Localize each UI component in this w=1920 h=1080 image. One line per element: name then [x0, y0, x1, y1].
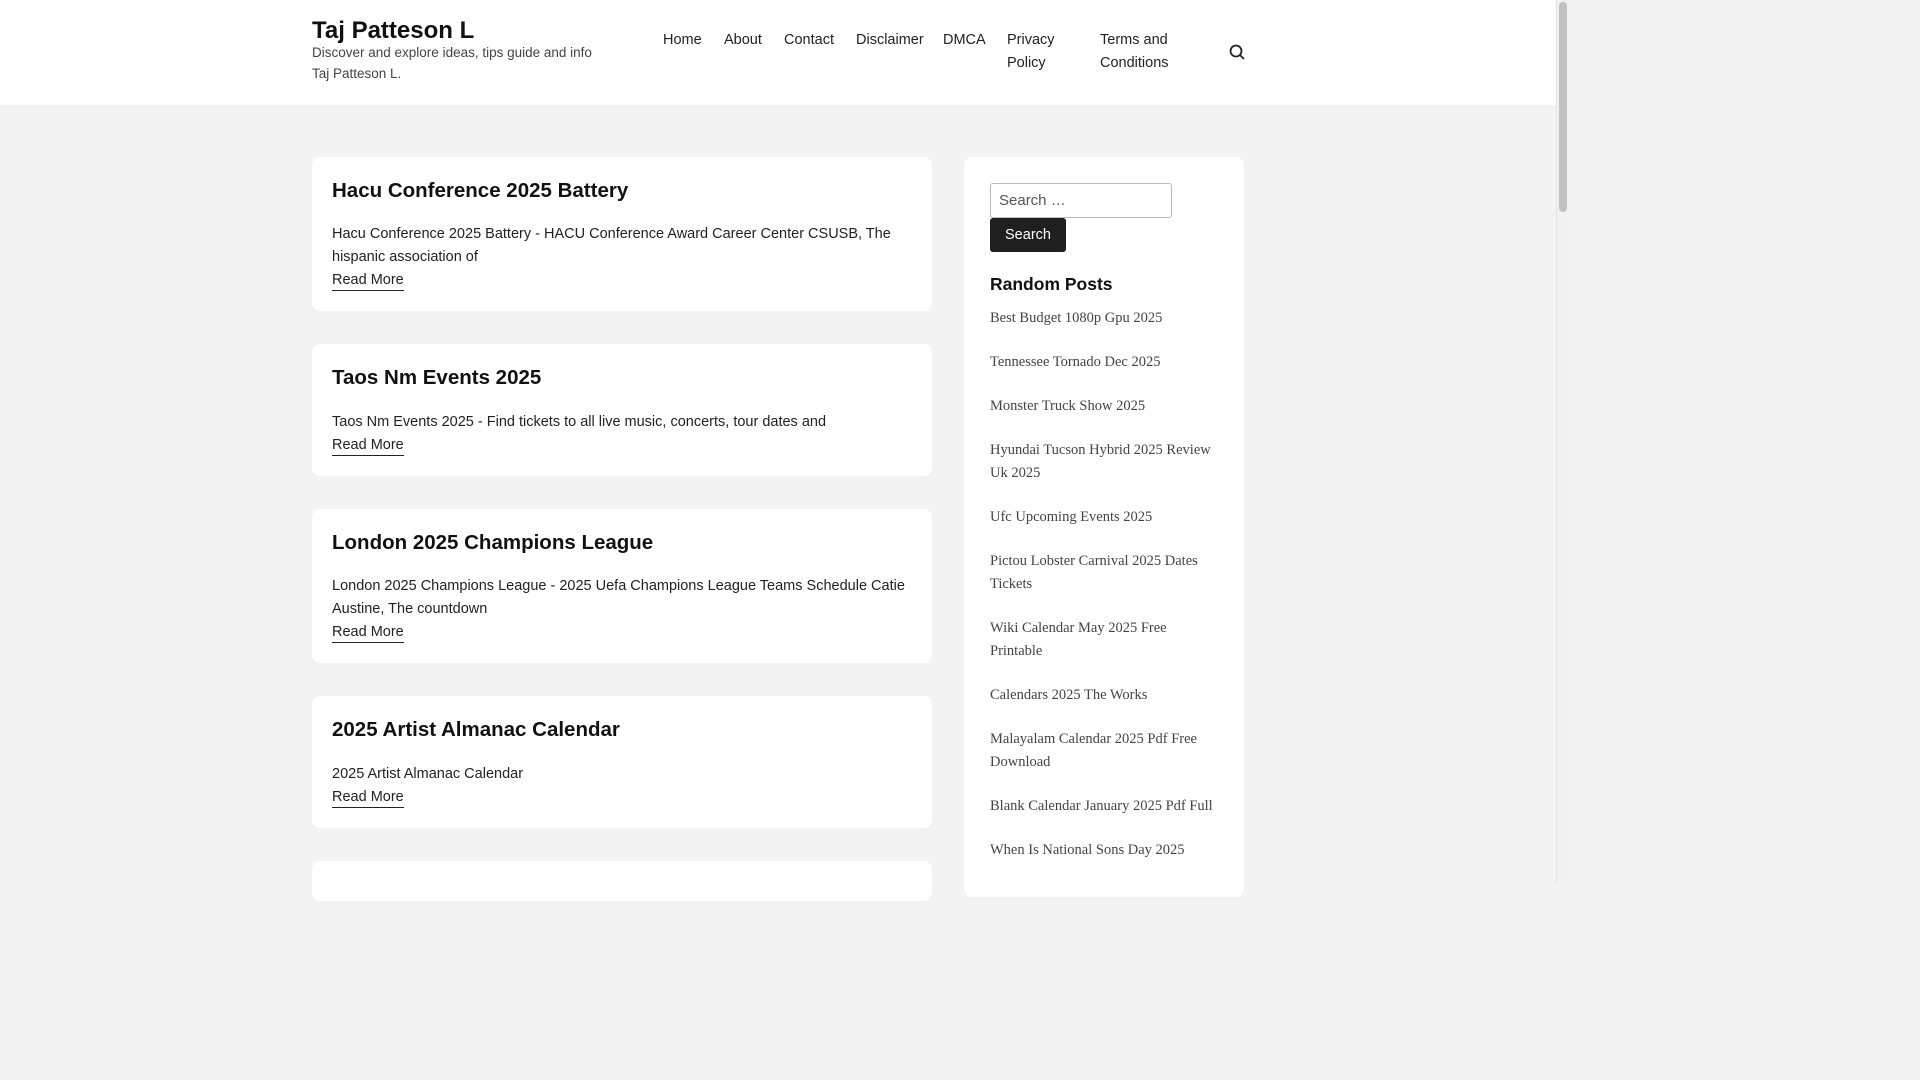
post-card: 2025 Artist Almanac Calendar 2025 Artist… — [312, 696, 932, 828]
random-post-item[interactable]: Pictou Lobster Carnival 2025 Dates Ticke… — [990, 550, 1218, 596]
read-more-link[interactable]: Read More — [332, 622, 404, 643]
post-card — [312, 861, 932, 901]
random-post-item[interactable]: Calendars 2025 The Works — [990, 684, 1218, 707]
read-more-link[interactable]: Read More — [332, 435, 404, 456]
nav-item-disclaimer[interactable]: Disclaimer — [856, 29, 924, 52]
search-icon[interactable] — [1227, 42, 1247, 62]
random-posts-list: Best Budget 1080p Gpu 2025 Tennessee Tor… — [990, 307, 1218, 883]
random-post-item[interactable]: When Is National Sons Day 2025 — [990, 839, 1218, 862]
site-tagline: Discover and explore ideas, tips guide a… — [312, 45, 592, 81]
nav-item-dmca[interactable]: DMCA — [943, 29, 986, 52]
site-header: Taj Patteson L Discover and explore idea… — [0, 0, 1556, 105]
search-input[interactable] — [990, 183, 1172, 218]
post-excerpt: Hacu Conference 2025 Battery - HACU Conf… — [332, 226, 891, 265]
random-posts-heading: Random Posts — [990, 274, 1113, 294]
random-post-item[interactable]: Ufc Upcoming Events 2025 — [990, 506, 1218, 529]
nav-item-home[interactable]: Home — [663, 29, 702, 52]
post-card: London 2025 Champions League London 2025… — [312, 509, 932, 663]
nav-item-privacy-policy[interactable]: Privacy Policy — [1007, 29, 1075, 75]
nav-item-about[interactable]: About — [724, 29, 762, 52]
random-post-item[interactable]: Best Budget 1080p Gpu 2025 — [990, 307, 1218, 330]
page-scrollbar[interactable] — [1556, 0, 1568, 882]
post-excerpt: 2025 Artist Almanac Calendar — [332, 766, 524, 782]
random-post-item[interactable]: Monster Truck Show 2025 — [990, 395, 1218, 418]
post-title[interactable]: Taos Nm Events 2025 — [332, 365, 541, 391]
random-post-item[interactable]: Hyundai Tucson Hybrid 2025 Review Uk 202… — [990, 439, 1218, 485]
sidebar: Search Random Posts Best Budget 1080p Gp… — [964, 157, 1244, 897]
random-post-item[interactable]: Malayalam Calendar 2025 Pdf Free Downloa… — [990, 728, 1218, 774]
post-card: Taos Nm Events 2025 Taos Nm Events 2025 … — [312, 344, 932, 476]
random-post-item[interactable]: Blank Calendar January 2025 Pdf Full — [990, 795, 1218, 818]
read-more-link[interactable]: Read More — [332, 787, 404, 808]
search-button[interactable]: Search — [990, 218, 1066, 252]
post-title[interactable]: London 2025 Champions League — [332, 530, 653, 556]
nav-item-contact[interactable]: Contact — [784, 29, 834, 52]
post-excerpt: Taos Nm Events 2025 - Find tickets to al… — [332, 414, 827, 430]
read-more-link[interactable]: Read More — [332, 270, 404, 291]
post-title[interactable]: Hacu Conference 2025 Battery — [332, 178, 628, 204]
post-excerpt: London 2025 Champions League - 2025 Uefa… — [332, 578, 905, 617]
post-title[interactable]: 2025 Artist Almanac Calendar — [332, 717, 620, 743]
random-post-item[interactable]: Wiki Calendar May 2025 Free Printable — [990, 617, 1218, 663]
post-card: Hacu Conference 2025 Battery Hacu Confer… — [312, 157, 932, 311]
nav-item-terms-and-conditions[interactable]: Terms and Conditions — [1100, 29, 1200, 75]
scrollbar-thumb[interactable] — [1559, 2, 1567, 212]
random-post-item[interactable]: Tennessee Tornado Dec 2025 — [990, 351, 1218, 374]
